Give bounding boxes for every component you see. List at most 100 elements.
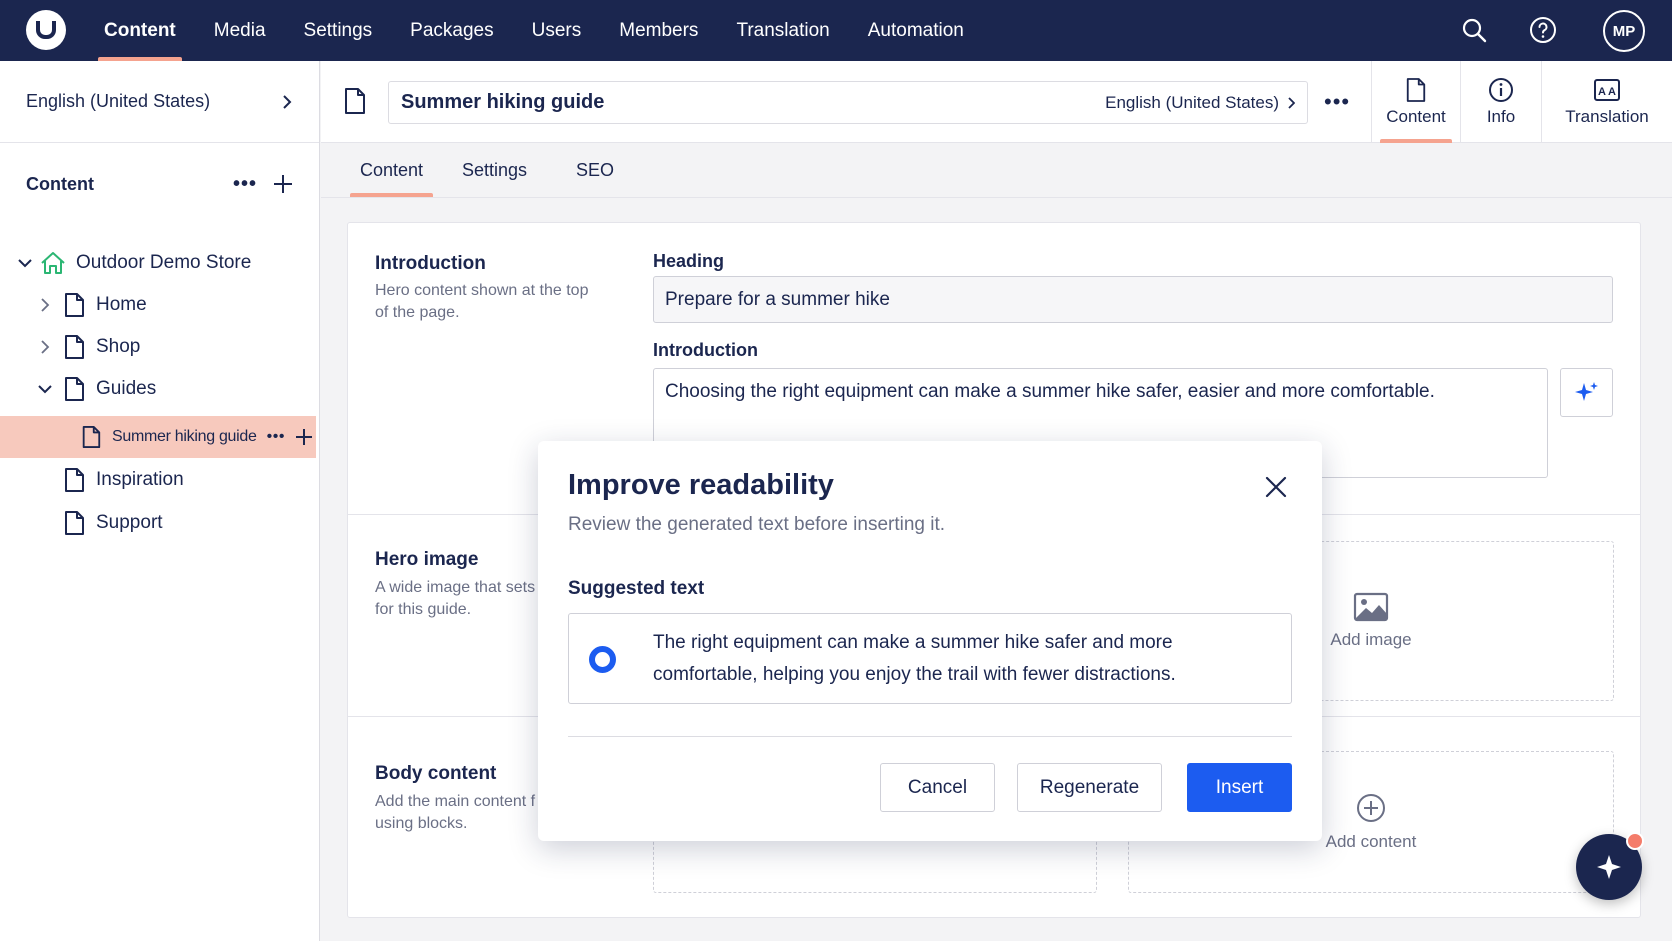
add-icon[interactable] <box>295 428 313 446</box>
chevron-right-icon[interactable] <box>38 340 52 354</box>
tree-item-support[interactable]: Support <box>0 502 316 544</box>
improve-readability-dialog: Improve readability Review the generated… <box>538 441 1322 841</box>
heading-input[interactable]: Prepare for a summer hike <box>653 276 1613 323</box>
suggested-text-label: Suggested text <box>568 578 705 599</box>
add-circle-icon <box>1357 794 1385 822</box>
section-title: Hero image <box>375 549 479 570</box>
close-icon[interactable] <box>1264 475 1288 499</box>
nav-content[interactable]: Content <box>90 0 190 61</box>
sparkle-icon <box>1574 381 1598 401</box>
ai-sparkle-button[interactable] <box>1560 368 1613 417</box>
suggestion-text: The right equipment can make a summer hi… <box>653 632 1176 685</box>
chevron-right-icon[interactable] <box>38 298 52 312</box>
top-navigation: Content Media Settings Packages Users Me… <box>0 0 1672 61</box>
chevron-down-icon[interactable] <box>38 382 52 396</box>
document-header: Summer hiking guide English (United Stat… <box>321 61 1672 143</box>
svg-text:A: A <box>1608 86 1616 98</box>
suggestion-radio[interactable] <box>589 646 616 673</box>
help-icon[interactable] <box>1527 14 1559 46</box>
cancel-button[interactable]: Cancel <box>880 763 995 812</box>
tree-item-outdoor-demo-store[interactable]: Outdoor Demo Store <box>0 242 316 284</box>
main-nav: Content Media Settings Packages Users Me… <box>90 0 988 61</box>
regenerate-button[interactable]: Regenerate <box>1017 763 1162 812</box>
dialog-divider <box>568 736 1292 737</box>
tree-item-label: Home <box>96 294 147 315</box>
page-icon <box>65 293 84 317</box>
tree-item-label: Shop <box>96 336 141 357</box>
chevron-down-icon[interactable] <box>18 256 32 270</box>
nav-media[interactable]: Media <box>200 0 280 61</box>
tree-title: Content <box>26 173 94 194</box>
tree-item-label: Support <box>96 512 163 533</box>
nav-settings[interactable]: Settings <box>290 0 387 61</box>
svg-text:A: A <box>1598 86 1606 98</box>
tree-item-shop[interactable]: Shop <box>0 326 316 368</box>
language-selector[interactable]: English (United States) <box>0 61 319 143</box>
page-icon <box>65 377 84 401</box>
app-content[interactable]: Content <box>1371 61 1460 143</box>
tree-item-label: Summer hiking guide <box>112 428 257 445</box>
more-icon[interactable]: ••• <box>233 173 257 196</box>
info-icon <box>1489 78 1513 102</box>
page-icon <box>65 468 84 492</box>
chevron-right-icon <box>283 94 292 109</box>
nav-users[interactable]: Users <box>518 0 596 61</box>
section-description: Hero content shown at the top of the pag… <box>375 282 589 321</box>
app-translation[interactable]: AA Translation <box>1541 61 1672 143</box>
nav-automation[interactable]: Automation <box>854 0 978 61</box>
nav-packages[interactable]: Packages <box>396 0 507 61</box>
document-name-field[interactable]: Summer hiking guide English (United Stat… <box>388 81 1308 124</box>
notification-dot <box>1626 832 1644 850</box>
home-icon <box>41 252 65 274</box>
tree-item-guides[interactable]: Guides <box>0 368 316 410</box>
ai-assistant-button[interactable] <box>1576 832 1644 900</box>
app-info-label: Info <box>1486 107 1516 126</box>
tree-item-label: Outdoor Demo Store <box>76 252 252 273</box>
add-content-label: Add content <box>1325 832 1417 851</box>
nav-members[interactable]: Members <box>605 0 712 61</box>
app-content-label: Content <box>1386 107 1446 126</box>
nav-translation[interactable]: Translation <box>722 0 843 61</box>
image-icon <box>1353 592 1389 622</box>
translation-icon: AA <box>1594 79 1620 101</box>
section-title: Body content <box>375 763 497 784</box>
sparkle-icon <box>1597 855 1621 879</box>
dialog-subtitle: Review the generated text before inserti… <box>568 514 946 535</box>
tab-content[interactable]: Content <box>349 143 434 197</box>
app-info[interactable]: Info <box>1460 61 1541 143</box>
suggestion-option[interactable]: The right equipment can make a summer hi… <box>568 613 1292 704</box>
document-icon <box>1406 78 1426 102</box>
content-tabs: Content Settings SEO <box>321 143 1672 198</box>
document-icon <box>345 88 365 114</box>
variant-selector[interactable]: English (United States) <box>1105 93 1295 113</box>
tree-item-home[interactable]: Home <box>0 284 316 326</box>
introduction-label: Introduction <box>653 340 758 360</box>
tab-settings[interactable]: Settings <box>462 143 527 197</box>
add-image-label: Add image <box>1330 630 1412 649</box>
sidebar: English (United States) Content ••• Outd… <box>0 61 320 941</box>
umbraco-logo[interactable] <box>26 10 66 50</box>
language-label: English (United States) <box>26 91 211 111</box>
dialog-title: Improve readability <box>568 469 834 501</box>
tree-item-label: Guides <box>96 378 157 399</box>
variant-language: English (United States) <box>1105 92 1279 112</box>
app-translation-label: Translation <box>1565 107 1649 126</box>
chevron-right-icon <box>1288 96 1295 109</box>
page-icon <box>65 511 84 535</box>
user-avatar[interactable]: MP <box>1603 10 1645 52</box>
insert-button[interactable]: Insert <box>1187 763 1292 812</box>
section-title: Introduction <box>375 253 486 274</box>
tree-item-summer-hiking-guide[interactable]: Summer hiking guide ••• <box>0 416 316 458</box>
page-icon <box>65 335 84 359</box>
tree-header: Content ••• <box>0 143 319 225</box>
heading-label: Heading <box>653 251 725 271</box>
more-icon[interactable]: ••• <box>267 428 285 446</box>
search-icon[interactable] <box>1458 14 1490 46</box>
document-name: Summer hiking guide <box>401 91 605 113</box>
page-icon <box>82 425 101 448</box>
add-icon[interactable] <box>273 174 293 194</box>
tree-item-label: Inspiration <box>96 469 184 490</box>
tree-item-inspiration[interactable]: Inspiration <box>0 459 316 501</box>
tab-seo[interactable]: SEO <box>576 143 614 197</box>
more-actions-icon[interactable]: ••• <box>1324 89 1350 115</box>
